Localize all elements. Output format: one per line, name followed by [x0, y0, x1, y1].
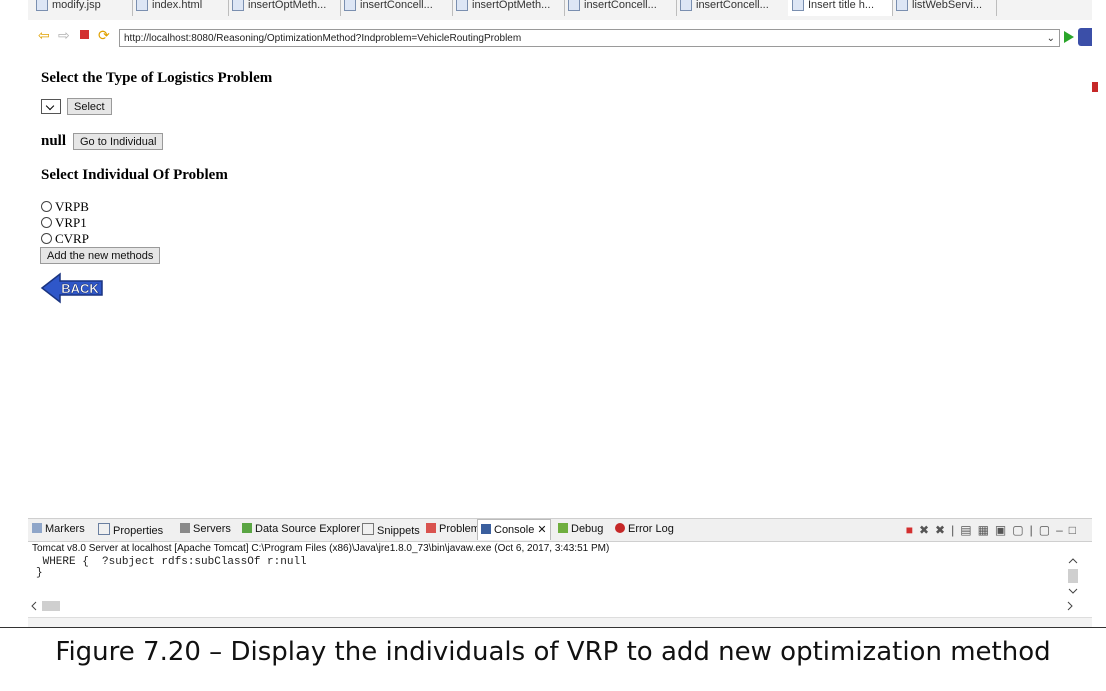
console-icon [481, 524, 491, 534]
back-button-label: BACK [61, 281, 99, 296]
pin-console-icon[interactable]: ▣ [995, 523, 1012, 537]
tab-servers[interactable]: Servers [180, 523, 231, 535]
tab-console[interactable]: Console ✕ [477, 519, 551, 540]
back-button[interactable]: BACK [40, 272, 104, 304]
vertical-scrollbar[interactable] [1066, 557, 1080, 597]
forward-arrow-icon[interactable]: ⇨ [58, 28, 70, 42]
file-icon [344, 0, 356, 12]
editor-tab[interactable]: insertOptMeth... [228, 0, 341, 16]
figure-caption: Figure 7.20 – Display the individuals of… [55, 637, 1051, 667]
debug-icon [558, 523, 568, 533]
tab-properties[interactable]: Properties [98, 523, 163, 537]
file-icon [232, 0, 244, 12]
editor-tab-strip: modify.jsp index.html insertOptMeth... i… [28, 0, 1092, 21]
ide-panel-tabs: Markers Properties Servers Data Source E… [28, 518, 1092, 542]
stop-icon[interactable] [80, 30, 89, 39]
tab-snippets[interactable]: Snippets [362, 523, 420, 537]
file-icon [36, 0, 48, 12]
url-text: http://localhost:8080/Reasoning/Optimiza… [124, 33, 522, 44]
file-icon [680, 0, 692, 12]
file-icon [456, 0, 468, 12]
null-text: null [41, 133, 67, 149]
display-console-icon[interactable]: ▢ [1012, 523, 1029, 537]
url-bar[interactable]: http://localhost:8080/Reasoning/Optimiza… [119, 29, 1060, 47]
problems-icon [426, 523, 436, 533]
scroll-down-icon [1068, 588, 1078, 594]
scroll-up-icon [1068, 558, 1078, 564]
page-heading-individual: Select Individual Of Problem [41, 167, 228, 183]
minimize-icon[interactable]: – [1056, 523, 1069, 537]
new-console-icon[interactable]: ▢ [1039, 523, 1056, 537]
editor-tab[interactable]: modify.jsp [32, 0, 133, 16]
radio-button[interactable] [41, 233, 52, 244]
horizontal-scrollbar[interactable] [28, 600, 1084, 612]
word-wrap-icon[interactable]: ▦ [978, 523, 995, 537]
select-button[interactable]: Select [67, 98, 112, 115]
back-arrow-icon[interactable]: ⇦ [38, 28, 50, 42]
properties-icon [98, 523, 110, 535]
editor-tab[interactable]: insertConcell... [340, 0, 453, 16]
globe-icon [792, 0, 804, 12]
tab-error-log[interactable]: Error Log [615, 523, 674, 535]
data-source-icon [242, 523, 252, 533]
console-text: WHERE { ?subject rdfs:subClassOf r:null … [36, 556, 307, 579]
scroll-left-icon [31, 601, 37, 611]
console-toolbar[interactable]: ■✖✖|▤▦▣▢|▢–□ [906, 523, 1082, 537]
editor-tab-active[interactable]: Insert title h... [788, 0, 893, 16]
snippets-icon [362, 523, 374, 535]
remove-all-icon[interactable]: ✖ [935, 523, 951, 537]
radio-button[interactable] [41, 217, 52, 228]
console-output[interactable]: WHERE { ?subject rdfs:subClassOf r:null … [28, 555, 1088, 617]
editor-tab[interactable]: listWebServi... [892, 0, 997, 16]
red-marker [1092, 82, 1098, 92]
editor-tab[interactable]: index.html [132, 0, 229, 16]
go-icon[interactable] [1064, 31, 1074, 43]
editor-tab[interactable]: insertConcell... [564, 0, 677, 16]
remove-launch-icon[interactable]: ✖ [919, 523, 935, 537]
markers-icon [32, 523, 42, 533]
console-status-line: Tomcat v8.0 Server at localhost [Apache … [32, 543, 610, 554]
file-icon [896, 0, 908, 12]
scroll-right-icon [1067, 601, 1073, 611]
adjacent-window-edge [1092, 0, 1102, 627]
screenshot: modify.jsp index.html insertOptMeth... i… [28, 0, 1096, 628]
radio-option[interactable]: VRPB [41, 200, 89, 213]
go-to-individual-button[interactable]: Go to Individual [73, 133, 164, 150]
maximize-icon[interactable]: □ [1069, 523, 1082, 537]
refresh-icon[interactable]: ⟳ [98, 28, 110, 42]
radio-option[interactable]: VRP1 [41, 216, 87, 229]
tab-markers[interactable]: Markers [32, 523, 85, 535]
file-icon [568, 0, 580, 12]
editor-tab[interactable]: insertOptMeth... [452, 0, 565, 16]
file-icon [136, 0, 148, 12]
tab-data-source-explorer[interactable]: Data Source Explorer [242, 523, 360, 535]
terminate-icon[interactable]: ■ [906, 523, 919, 537]
page-heading-type: Select the Type of Logistics Problem [41, 70, 273, 86]
scroll-lock-icon[interactable]: ▤ [960, 523, 977, 537]
tab-debug[interactable]: Debug [558, 523, 603, 535]
chevron-down-icon[interactable]: ⌄ [1047, 30, 1055, 48]
figure-border [0, 627, 1106, 628]
problem-type-select[interactable] [41, 99, 61, 114]
radio-option[interactable]: CVRP [41, 232, 89, 245]
servers-icon [180, 523, 190, 533]
error-log-icon [615, 523, 625, 533]
scroll-thumb [42, 601, 60, 611]
radio-button[interactable] [41, 201, 52, 212]
web-page: Select the Type of Logistics Problem Sel… [28, 60, 1092, 518]
editor-tab[interactable]: insertConcell... [676, 0, 789, 16]
scroll-thumb [1068, 569, 1078, 583]
add-new-methods-button[interactable]: Add the new methods [40, 247, 161, 264]
